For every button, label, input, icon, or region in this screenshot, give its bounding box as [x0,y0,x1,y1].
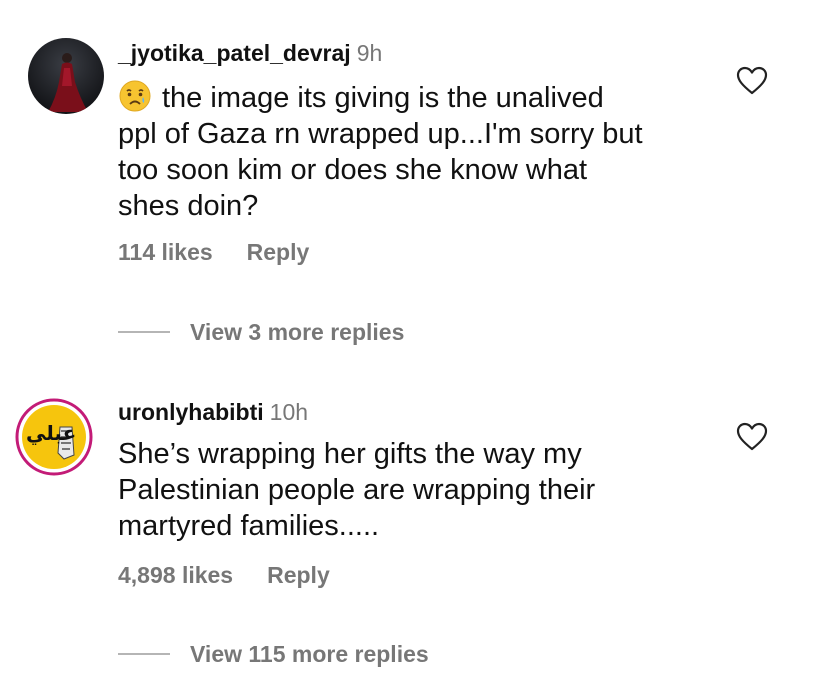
username[interactable]: _jyotika_patel_devraj [118,40,351,66]
divider-line [118,330,170,333]
comment-line: Palestinian people are wrapping their [118,474,596,506]
comment-meta: 114 likes Reply [118,239,309,266]
comment-text: She’s wrapping her gifts the way my Pale… [118,436,595,544]
timestamp: 9h [356,40,383,66]
view-more-replies-button[interactable]: View 3 more replies [118,319,404,346]
avatar-logo-text: عبلي [26,421,77,445]
avatar[interactable] [28,38,104,114]
comment-header: uronlyhabibti 10h [118,399,308,426]
likes-count[interactable]: 4,898 likes [118,562,233,588]
comment-line: shes doin? [118,190,259,222]
comment-line: too soon kim or does she know what [118,154,588,186]
comment-line: martyred families..... [118,510,380,542]
username[interactable]: uronlyhabibti [118,399,264,425]
reply-button[interactable]: Reply [247,239,310,265]
like-heart-icon[interactable] [736,422,768,452]
comment-line: She’s wrapping her gifts the way my [118,438,582,470]
comment-text: the image its giving is the unalived ppl… [118,79,643,224]
avatar[interactable]: عبلي [14,397,94,477]
view-more-replies-button[interactable]: View 115 more replies [118,641,429,668]
view-replies-label: View 115 more replies [190,641,429,667]
comment-meta: 4,898 likes Reply [118,562,330,589]
view-replies-label: View 3 more replies [190,319,405,345]
comment-line-text: the image its giving is the unalived [162,82,604,114]
divider-line [118,652,170,655]
timestamp: 10h [269,399,309,425]
comment-line: the image its giving is the unalived [118,79,643,116]
comment-line: ppl of Gaza rn wrapped up...I'm sorry bu… [118,118,643,150]
crying-face-icon [118,79,154,113]
reply-button[interactable]: Reply [267,562,330,588]
comment-header: _jyotika_patel_devraj 9h [118,40,382,67]
likes-count[interactable]: 114 likes [118,239,213,265]
avatar-photo-icon [28,38,104,114]
like-heart-icon[interactable] [736,66,768,96]
